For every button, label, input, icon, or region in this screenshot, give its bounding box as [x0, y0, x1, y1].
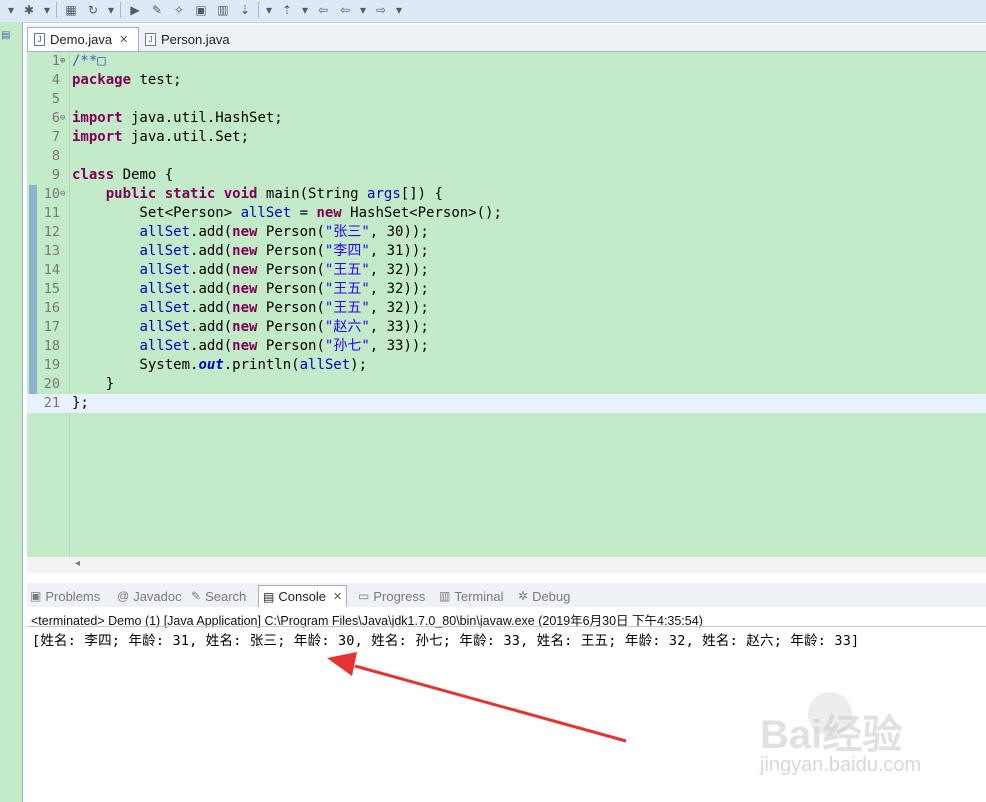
watermark-site: jingyan.baidu.com: [760, 754, 922, 776]
watermark: Bai经验 jingyan.baidu.com: [760, 692, 980, 792]
arrow-shaft: [354, 664, 627, 743]
watermark-brand: Bai经验: [760, 713, 903, 757]
arrow-head: [327, 652, 357, 676]
annotation-arrow: [327, 652, 627, 743]
